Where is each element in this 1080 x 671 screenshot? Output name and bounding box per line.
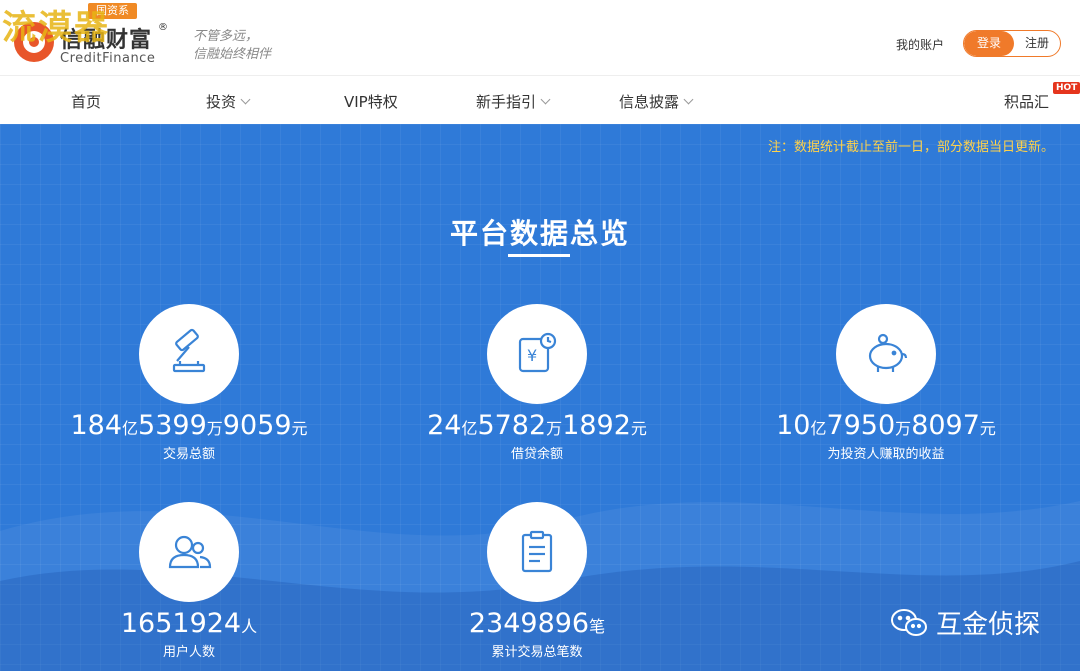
stat-value: 2349896笔: [468, 608, 606, 639]
stat-icon-circle: ¥: [487, 304, 587, 404]
stat-icon-circle: [487, 502, 587, 602]
auth-buttons: 登录 注册: [963, 30, 1061, 57]
stat-user-count: 1651924人 用户人数: [19, 502, 359, 660]
nav-label: 首页: [71, 93, 102, 111]
top-header: 信融财富 ® 国资系 CreditFinance 流漠器 不管多远， 信融始终相…: [0, 0, 1080, 76]
main-nav: 首页 投资 VIP特权 新手指引 信息披露 积品汇: [0, 77, 1080, 124]
nav-label: 积品汇: [1004, 93, 1050, 111]
slogan-line-2: 信融始终相伴: [193, 47, 272, 62]
nav-label: 新手指引: [476, 93, 537, 111]
stat-value: 1651924人: [120, 608, 258, 639]
stat-trade-count: 2349896笔 累计交易总笔数: [367, 502, 707, 660]
stat-value: 184亿5399万9059元: [70, 410, 308, 441]
nav-guide[interactable]: 新手指引: [476, 91, 551, 112]
register-button[interactable]: 注册: [1014, 31, 1060, 56]
hot-badge: HOT: [1053, 82, 1080, 94]
users-icon: [168, 535, 212, 569]
nav-label: VIP特权: [344, 93, 398, 111]
chevron-down-icon: [540, 94, 551, 105]
nav-home[interactable]: 首页: [71, 91, 101, 112]
clipboard-icon: [521, 530, 553, 573]
wechat-icon: [891, 608, 927, 636]
nav-invest[interactable]: 投资: [206, 91, 251, 112]
nav-disclosure[interactable]: 信息披露: [619, 91, 694, 112]
nav-label: 信息披露: [619, 93, 680, 111]
slogan: 不管多远， 信融始终相伴: [193, 28, 271, 64]
nav-vip[interactable]: VIP特权: [344, 91, 398, 112]
gavel-icon: [172, 328, 206, 373]
stat-loan-balance: ¥ 24亿5782万1892元 借贷余额: [367, 304, 707, 462]
title-underline: [508, 254, 570, 257]
stat-label: 交易总额: [162, 447, 215, 462]
stat-label: 用户人数: [162, 645, 215, 660]
wechat-label: 互金侦探: [936, 610, 1041, 640]
stat-value: 24亿5782万1892元: [427, 410, 647, 441]
logo-english: CreditFinance: [60, 51, 156, 66]
chevron-down-icon: [683, 94, 694, 105]
stat-label: 累计交易总笔数: [491, 645, 583, 660]
login-button[interactable]: 登录: [964, 31, 1014, 56]
stat-icon-circle: [139, 304, 239, 404]
stat-investor-earnings: 10亿7950万8097元 为投资人赚取的收益: [716, 304, 1056, 462]
stat-label: 为投资人赚取的收益: [827, 447, 945, 462]
stats-section: 注：数据统计截止至前一日，部分数据当日更新。 平台数据总览 184亿5399万9…: [0, 124, 1080, 671]
piggy-bank-icon: [868, 333, 908, 372]
watermark: 流漠器: [2, 8, 110, 48]
stat-icon-circle: [836, 304, 936, 404]
stat-icon-circle: [139, 502, 239, 602]
wechat-watermark: 互金侦探: [890, 604, 1040, 641]
slogan-line-1: 不管多远，: [193, 29, 259, 44]
loan-icon: ¥: [518, 332, 557, 373]
nav-label: 投资: [206, 93, 237, 111]
nav-points-mall[interactable]: 积品汇: [1004, 91, 1049, 112]
my-account-link[interactable]: 我的账户: [896, 36, 944, 53]
stat-total-trade: 184亿5399万9059元 交易总额: [19, 304, 359, 462]
svg-text:¥: ¥: [527, 346, 537, 365]
section-title: 平台数据总览: [449, 217, 630, 250]
stat-label: 借贷余额: [510, 447, 563, 462]
chevron-down-icon: [240, 94, 251, 105]
stat-value: 10亿7950万8097元: [776, 410, 996, 441]
registered-mark: ®: [158, 22, 168, 33]
data-note: 注：数据统计截止至前一日，部分数据当日更新。: [767, 140, 1054, 155]
